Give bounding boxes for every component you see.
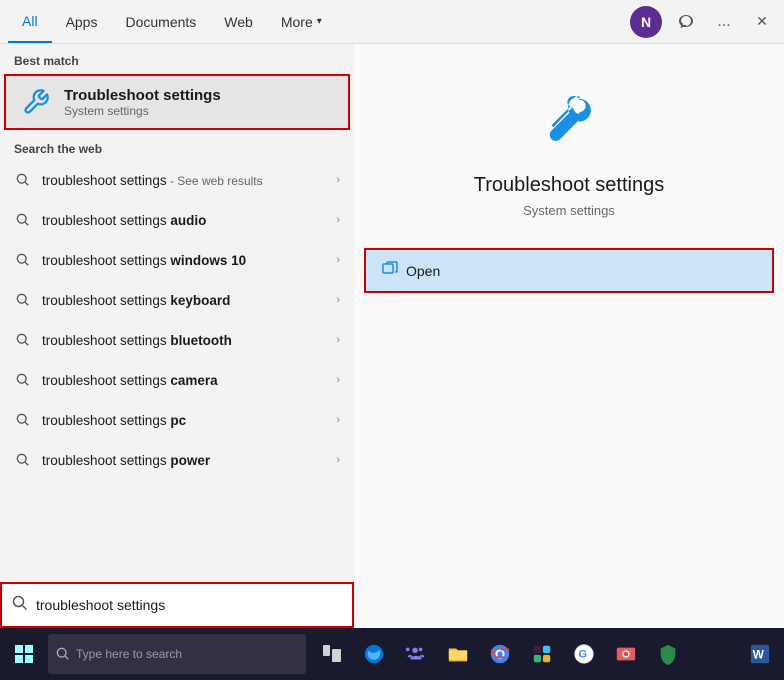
right-panel: Troubleshoot settings System settings Op… [354, 44, 784, 680]
search-input[interactable] [36, 597, 342, 613]
photo-icon[interactable] [606, 634, 646, 674]
nav-tabs: All Apps Documents Web More ▾ N ... ✕ [0, 0, 784, 44]
user-avatar[interactable]: N [630, 6, 662, 38]
search-item-text: troubleshoot settings power [42, 453, 326, 468]
search-item-text: troubleshoot settings windows 10 [42, 253, 326, 268]
svg-text:G: G [579, 649, 588, 661]
word-icon[interactable]: W [740, 634, 780, 674]
feedback-icon[interactable] [672, 8, 700, 36]
search-item-text: troubleshoot settings pc [42, 413, 326, 428]
nav-right: N ... ✕ [630, 6, 776, 38]
web-search-label: Search the web [0, 132, 354, 160]
chrome-icon[interactable] [480, 634, 520, 674]
best-match-title: Troubleshoot settings [64, 87, 221, 104]
file-explorer-icon[interactable] [438, 634, 478, 674]
search-bar-icon [12, 595, 28, 615]
chevron-right-icon: › [336, 294, 340, 306]
more-options-icon[interactable]: ... [710, 8, 738, 36]
tab-all[interactable]: All [8, 0, 52, 43]
taskbar: Type here to search G [0, 628, 784, 680]
right-icon-area [534, 84, 604, 154]
search-icon [14, 291, 32, 309]
search-icon [14, 411, 32, 429]
tab-web[interactable]: Web [210, 0, 267, 43]
close-icon[interactable]: ✕ [748, 8, 776, 36]
search-item-text: troubleshoot settings camera [42, 373, 326, 388]
best-match-item[interactable]: Troubleshoot settings System settings [4, 74, 350, 130]
chevron-right-icon: › [336, 454, 340, 466]
search-item-text: troubleshoot settings keyboard [42, 293, 326, 308]
list-item[interactable]: troubleshoot settings camera › [0, 360, 354, 400]
list-item[interactable]: troubleshoot settings keyboard › [0, 280, 354, 320]
search-icon [14, 331, 32, 349]
teams-icon[interactable] [396, 634, 436, 674]
search-icon [14, 451, 32, 469]
start-button[interactable] [4, 634, 44, 674]
tab-more[interactable]: More ▾ [267, 0, 336, 43]
best-match-text: Troubleshoot settings System settings [64, 87, 221, 118]
list-item[interactable]: troubleshoot settings - See web results … [0, 160, 354, 200]
search-bar [0, 582, 354, 628]
list-item[interactable]: troubleshoot settings windows 10 › [0, 240, 354, 280]
google-icon[interactable]: G [564, 634, 604, 674]
chevron-right-icon: › [336, 414, 340, 426]
chevron-right-icon: › [336, 254, 340, 266]
open-icon [382, 260, 398, 281]
search-item-text: troubleshoot settings - See web results [42, 173, 326, 188]
chevron-right-icon: › [336, 374, 340, 386]
search-icon [14, 251, 32, 269]
svg-text:W: W [753, 648, 765, 662]
list-item[interactable]: troubleshoot settings pc › [0, 400, 354, 440]
right-subtitle: System settings [523, 203, 615, 218]
search-icon [14, 171, 32, 189]
search-item-text: troubleshoot settings audio [42, 213, 326, 228]
right-title: Troubleshoot settings [474, 174, 664, 197]
security-icon[interactable] [648, 634, 688, 674]
edge-icon[interactable] [354, 634, 394, 674]
open-label: Open [406, 263, 440, 279]
list-item[interactable]: troubleshoot settings power › [0, 440, 354, 480]
search-icon [14, 371, 32, 389]
search-icon [14, 211, 32, 229]
best-match-subtitle: System settings [64, 104, 221, 118]
chevron-right-icon: › [336, 174, 340, 186]
list-item[interactable]: troubleshoot settings bluetooth › [0, 320, 354, 360]
taskbar-search-text: Type here to search [76, 647, 182, 661]
taskbar-search[interactable]: Type here to search [48, 634, 306, 674]
wrench-large-icon [534, 84, 604, 154]
open-button[interactable]: Open [364, 248, 774, 293]
list-item[interactable]: troubleshoot settings audio › [0, 200, 354, 240]
chevron-right-icon: › [336, 214, 340, 226]
tab-apps[interactable]: Apps [52, 0, 112, 43]
chevron-down-icon: ▾ [317, 16, 322, 27]
chevron-right-icon: › [336, 334, 340, 346]
slack-icon[interactable] [522, 634, 562, 674]
search-item-text: troubleshoot settings bluetooth [42, 333, 326, 348]
wrench-icon [20, 86, 52, 118]
tab-documents[interactable]: Documents [111, 0, 210, 43]
best-match-label: Best match [0, 44, 354, 72]
task-view-icon[interactable] [312, 634, 352, 674]
open-btn-container: Open [364, 248, 774, 293]
